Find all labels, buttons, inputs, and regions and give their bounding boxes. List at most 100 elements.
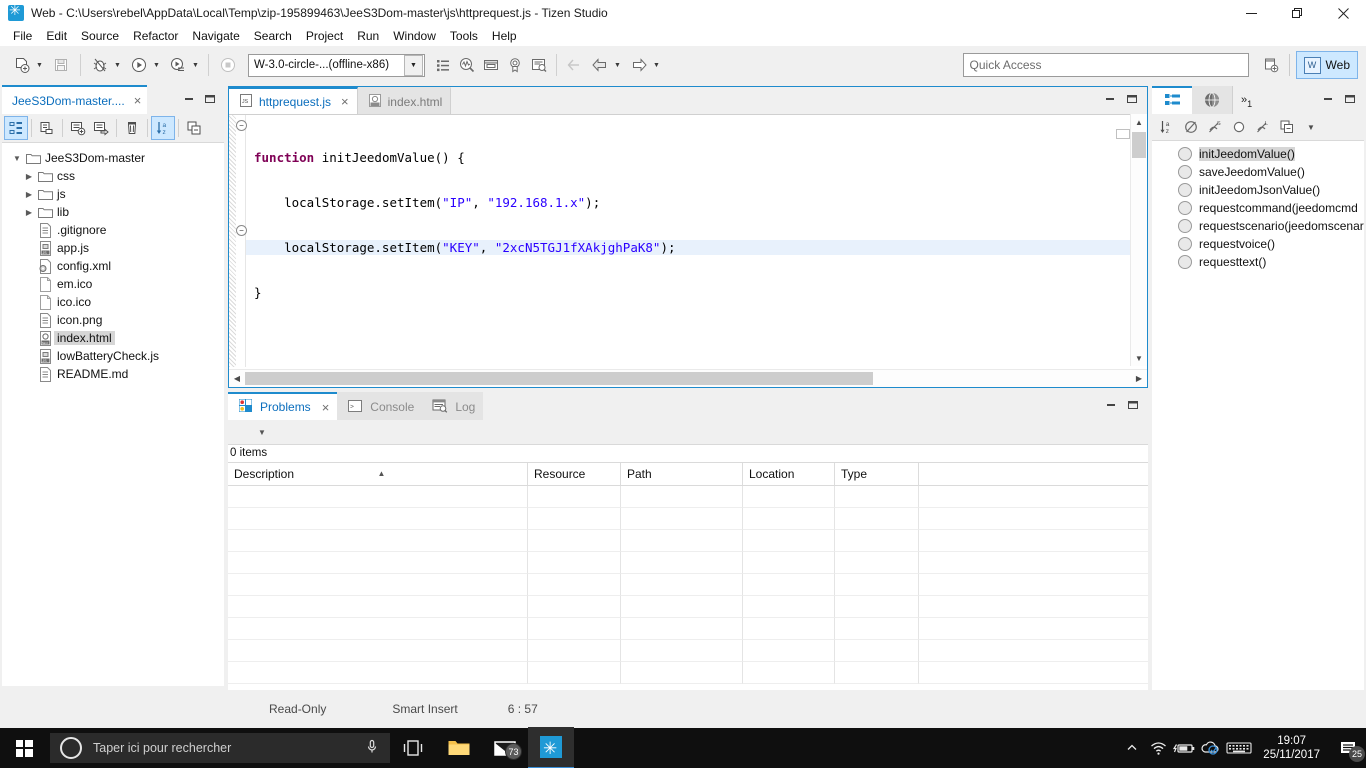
editor-vertical-scrollbar[interactable]: ▲ ▼ <box>1130 114 1147 366</box>
scroll-up-icon[interactable]: ▲ <box>1131 114 1147 130</box>
maximize-icon[interactable] <box>1127 400 1139 413</box>
tab-problems[interactable]: Problems × <box>228 392 338 420</box>
file-explorer-icon[interactable] <box>436 728 482 768</box>
perspective-tab-web[interactable]: W Web <box>1295 51 1358 79</box>
column-header-resource[interactable]: Resource <box>528 463 621 485</box>
tree-item-lib[interactable]: ▶ lib <box>2 203 224 221</box>
chevron-down-icon[interactable]: ▼ <box>10 154 24 163</box>
tab-project-explorer[interactable]: JeeS3Dom-master.... × <box>2 85 148 114</box>
hide-fields-icon[interactable] <box>1228 116 1250 138</box>
outline-item-initJeedomJsonValue[interactable]: initJeedomJsonValue() <box>1152 181 1364 199</box>
tree-item-em-ico[interactable]: em.ico <box>2 275 224 293</box>
outline-item-initJeedomValue[interactable]: initJeedomValue() <box>1152 145 1364 163</box>
microphone-icon[interactable] <box>366 739 378 758</box>
tree-item-index-html[interactable]: html index.html <box>2 329 224 347</box>
keyboard-icon[interactable] <box>1223 728 1255 768</box>
battery-charging-icon[interactable] <box>1171 728 1197 768</box>
windows-start-icon[interactable] <box>0 728 48 768</box>
tab-log[interactable]: Log <box>422 392 484 420</box>
collapse-all-icon[interactable] <box>1276 116 1298 138</box>
tree-item-JeeS3Dom-master[interactable]: ▼ JeeS3Dom-master <box>2 149 224 167</box>
table-row[interactable] <box>228 640 1148 662</box>
table-row[interactable] <box>228 552 1148 574</box>
tab-index-html[interactable]: index.html <box>357 87 452 114</box>
debug-dropdown-arrow[interactable]: ▼ <box>112 53 123 77</box>
outline-item-saveJeedomValue[interactable]: saveJeedomValue() <box>1152 163 1364 181</box>
outline-item-requesttext[interactable]: requesttext() <box>1152 253 1364 271</box>
sort-az-icon[interactable]: az <box>151 116 175 140</box>
mail-icon[interactable]: 73 <box>482 728 528 768</box>
profile-dropdown-arrow[interactable]: ▼ <box>190 53 201 77</box>
chevron-right-icon[interactable]: ▶ <box>22 172 36 181</box>
sort-az-icon[interactable]: az <box>1156 116 1178 138</box>
maximize-icon[interactable] <box>1126 94 1138 107</box>
menu-tools[interactable]: Tools <box>443 27 485 45</box>
wifi-icon[interactable] <box>1145 728 1171 768</box>
table-row[interactable] <box>228 508 1148 530</box>
outline-item-requestcommand[interactable]: requestcommand(jeedomcmd <box>1152 199 1364 217</box>
forward-dropdown-arrow[interactable]: ▼ <box>651 53 662 77</box>
column-header-location[interactable]: Location <box>743 463 835 485</box>
show-hidden-icons-icon[interactable] <box>1119 728 1145 768</box>
folding-gutter[interactable]: − − <box>229 115 247 367</box>
scroll-right-icon[interactable]: ▶ <box>1131 371 1147 387</box>
back-dropdown-arrow[interactable]: ▼ <box>612 53 623 77</box>
maximize-icon[interactable] <box>1344 94 1356 107</box>
more-views-chevron[interactable]: » 1 <box>1232 86 1260 114</box>
table-row[interactable] <box>228 662 1148 684</box>
device-combo-arrow[interactable]: ▼ <box>404 54 423 76</box>
menu-edit[interactable]: Edit <box>39 27 74 45</box>
dynamic-analyzer-icon[interactable] <box>455 53 479 77</box>
menu-search[interactable]: Search <box>247 27 299 45</box>
stop-icon[interactable] <box>216 53 240 77</box>
menu-help[interactable]: Help <box>485 27 524 45</box>
back-icon[interactable] <box>588 53 612 77</box>
taskbar-clock[interactable]: 19:07 25/11/2017 <box>1255 734 1332 762</box>
scroll-down-icon[interactable]: ▼ <box>1131 350 1147 366</box>
run-icon[interactable] <box>127 53 151 77</box>
outline-item-requestscenario[interactable]: requestscenario(jeedomscenar <box>1152 217 1364 235</box>
new-icon[interactable] <box>10 53 34 77</box>
table-row[interactable] <box>228 618 1148 640</box>
new-dropdown-arrow[interactable]: ▼ <box>34 53 45 77</box>
taskbar-tizen-studio[interactable]: ✳ <box>528 726 574 768</box>
menu-file[interactable]: File <box>6 27 39 45</box>
tree-item-icon-png[interactable]: icon.png <box>2 311 224 329</box>
taskbar-search-input[interactable]: Taper ici pour rechercher <box>50 733 390 763</box>
table-row[interactable] <box>228 530 1148 552</box>
action-center-icon[interactable]: 25 <box>1332 728 1366 768</box>
log-view-icon[interactable] <box>527 53 551 77</box>
code-editor[interactable]: − − function initJeedomValue() { localSt… <box>229 115 1147 367</box>
minimize-icon[interactable] <box>1104 94 1116 107</box>
collapse-icon[interactable] <box>183 117 205 139</box>
scrollbar-thumb[interactable] <box>1132 132 1146 158</box>
certificate-manager-icon[interactable] <box>503 53 527 77</box>
minimize-icon[interactable] <box>183 94 195 107</box>
tree-item-ico-ico[interactable]: ico.ico <box>2 293 224 311</box>
column-header-path[interactable]: Path <box>621 463 743 485</box>
device-combo[interactable]: W-3.0-circle-...(offline-x86) ▼ <box>248 53 425 77</box>
add-project-icon[interactable] <box>67 117 89 139</box>
tree-item-js[interactable]: ▶ js <box>2 185 224 203</box>
hide-static-icon[interactable]: S <box>1204 116 1226 138</box>
column-header-extra[interactable] <box>919 463 1148 485</box>
tab-httprequest-js[interactable]: JS httprequest.js × <box>229 87 358 114</box>
open-perspective-icon[interactable] <box>1259 53 1283 77</box>
close-icon[interactable]: × <box>322 400 330 415</box>
maximize-icon[interactable] <box>204 94 216 107</box>
menu-source[interactable]: Source <box>74 27 126 45</box>
hide-local-icon[interactable]: L <box>1252 116 1274 138</box>
tree-item-lowBatteryCheck-js[interactable]: JS lowBatteryCheck.js <box>2 347 224 365</box>
table-row[interactable] <box>228 486 1148 508</box>
outline-item-requestvoice[interactable]: requestvoice() <box>1152 235 1364 253</box>
table-row[interactable] <box>228 574 1148 596</box>
forward-icon[interactable] <box>627 53 651 77</box>
menu-project[interactable]: Project <box>299 27 350 45</box>
cortana-icon[interactable] <box>60 737 82 759</box>
delete-icon[interactable] <box>121 117 143 139</box>
link-with-editor-icon[interactable] <box>4 116 28 140</box>
restore-button[interactable] <box>1274 0 1320 26</box>
tab-globe[interactable] <box>1192 86 1232 114</box>
view-menu-icon[interactable]: ▼ <box>258 428 266 437</box>
column-header-type[interactable]: Type <box>835 463 919 485</box>
